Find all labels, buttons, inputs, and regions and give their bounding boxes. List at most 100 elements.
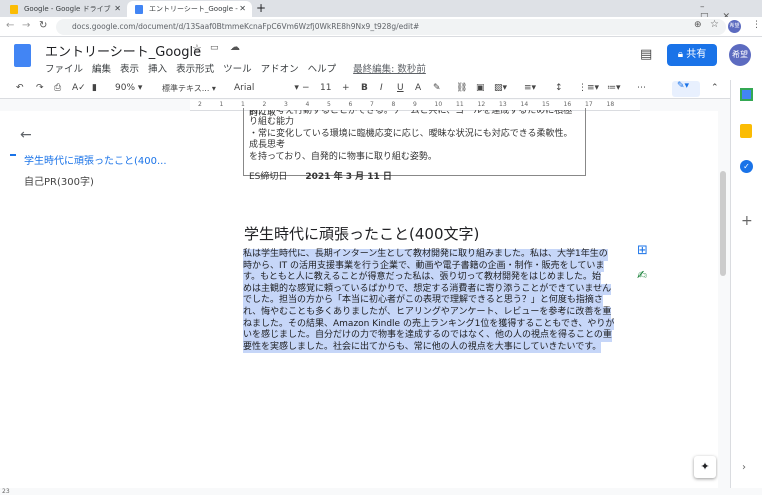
calendar-icon[interactable] (740, 88, 753, 101)
editing-mode-icon[interactable]: ✎▾ (672, 81, 700, 97)
menu-addons[interactable]: アドオン (261, 64, 299, 75)
star-icon[interactable]: ☆ (192, 42, 202, 55)
paragraph-line: 時から、IT の活用支援事業を行う企業で、動画や電子書籍の企画・制作・販売をして… (243, 260, 605, 273)
share-button[interactable]: 🔒︎ 共有 (667, 44, 717, 66)
back-arrow-icon[interactable]: ← (20, 127, 32, 143)
add-comment-icon[interactable]: ⊞ (637, 243, 648, 258)
comments-icon[interactable]: ▤ (640, 47, 652, 62)
toolbar: ↶ ↷ ⎙ A✓ ▮ 90% ▾ 標準テキス... ▾ Arial ▾ − 11 … (0, 80, 730, 99)
paragraph-line: 要性を実感しました。社会に出てからも、常に他の人の視点を大事にしていきたいです。 (243, 341, 602, 354)
add-comment-icon[interactable]: ▣ (476, 83, 485, 93)
new-tab-button[interactable]: + (256, 1, 266, 15)
insert-image-icon[interactable]: ▨▾ (494, 83, 507, 93)
increase-size-button[interactable]: + (342, 83, 350, 93)
menu-bar: ファイル 編集 表示 挿入 表示形式 ツール アドオン ヘルプ 最終編集: 数秒前 (45, 61, 435, 75)
url-input[interactable]: docs.google.com/document/d/13Saaf0BtmmeK… (56, 19, 726, 35)
paragraph-line: す。もともと人に教えることが得意だった私は、張り切って教材開発をはじめました。始 (243, 272, 602, 284)
menu-insert[interactable]: 挿入 (148, 64, 167, 75)
outline-item[interactable]: 学生時代に頑張ったこと(400... (24, 152, 167, 167)
tab-title: Google - Google ドライブ (24, 5, 111, 13)
menu-file[interactable]: ファイル (45, 64, 83, 75)
document-title[interactable]: エントリーシート_Google (45, 41, 201, 60)
highlight-icon[interactable]: ✎ (433, 83, 441, 93)
align-icon[interactable]: ≡▾ (524, 83, 536, 93)
print-icon[interactable]: ⎙ (54, 83, 61, 93)
close-icon[interactable]: ✕ (239, 1, 246, 17)
selected-paragraph[interactable]: 私は学生時代に、長期インターン生として教材開発に取り組みました。私は、大学1年生… (243, 249, 615, 354)
menu-format[interactable]: 表示形式 (176, 64, 214, 75)
tab-drive[interactable]: Google - Google ドライブ ✕ (2, 1, 127, 17)
ruler-tick: 18 (606, 101, 615, 108)
document-page[interactable]: 自分で考え行動することができる。チームと共に、ゴールを達成するために積極的に取 … (190, 108, 718, 488)
style-select[interactable]: 標準テキス... ▾ (162, 83, 216, 94)
menu-view[interactable]: 表示 (120, 64, 139, 75)
link-icon[interactable]: ⛓ (456, 83, 467, 93)
expand-panel-icon[interactable]: › (742, 462, 746, 473)
close-icon[interactable]: ✕ (114, 1, 121, 17)
scrollbar[interactable] (718, 111, 730, 488)
ruler-tick: 6 (348, 101, 353, 108)
outline-panel: ← 学生時代に頑張ったこと(400... 自己PR(300字) (0, 111, 190, 488)
ruler-tick: 23 (2, 487, 10, 495)
deadline-value: 2021 年 3 月 11 日 (305, 172, 392, 183)
italic-icon[interactable]: I (380, 83, 383, 93)
paragraph-line: 私は学生時代に、長期インターン生として教材開発に取り組みました。私は、大学1年生… (243, 249, 608, 261)
line-spacing-icon[interactable]: ↕ (555, 83, 563, 93)
bold-icon[interactable]: B (361, 83, 368, 93)
forward-icon[interactable]: → (22, 20, 30, 31)
ruler-tick: 11 (456, 101, 464, 108)
info-table: 自分で考え行動することができる。チームと共に、ゴールを達成するために積極的に取 … (243, 108, 586, 182)
font-size-input[interactable]: 11 (320, 83, 331, 93)
cloud-status-icon: ☁ (230, 42, 240, 53)
tasks-icon[interactable]: ✓ (740, 160, 753, 173)
text-color-icon[interactable]: A (415, 83, 421, 93)
undo-icon[interactable]: ↶ (16, 83, 24, 93)
back-icon[interactable]: ← (6, 20, 14, 31)
ruler-tick: 1 (241, 101, 245, 108)
profile-avatar[interactable]: 希望 (728, 20, 741, 33)
paint-format-icon[interactable]: ▮ (92, 83, 97, 93)
keep-icon[interactable] (740, 124, 752, 138)
ruler-tick: 9 (413, 101, 417, 108)
explore-icon[interactable]: ✦ (694, 456, 716, 478)
menu-edit[interactable]: 編集 (92, 64, 111, 75)
more-icon[interactable]: ⋯ (637, 83, 646, 93)
table-text: り組む能力 (249, 117, 295, 127)
collapse-icon[interactable]: ⌃ (711, 83, 719, 93)
zoom-icon[interactable]: ⊕ (694, 20, 702, 30)
add-addon-icon[interactable]: + (741, 213, 753, 229)
url-text: docs.google.com/document/d/13Saaf0BtmmeK… (72, 22, 420, 31)
menu-help[interactable]: ヘルプ (308, 64, 337, 75)
outline-item[interactable]: 自己PR(300字) (24, 173, 94, 188)
numbered-list-icon[interactable]: ⋮≡▾ (578, 83, 599, 93)
ruler-tick: 5 (327, 101, 331, 108)
redo-icon[interactable]: ↷ (36, 83, 44, 93)
ruler-tick: 8 (391, 101, 396, 108)
zoom-select[interactable]: 90% ▾ (115, 83, 142, 93)
underline-icon[interactable]: U (397, 83, 404, 93)
more-icon[interactable]: ⋮ (752, 20, 761, 30)
share-label: 共有 (686, 49, 707, 60)
ruler-tick: 13 (499, 101, 507, 108)
drive-icon (10, 5, 18, 14)
menu-tools[interactable]: ツール (223, 64, 252, 75)
tab-docs[interactable]: エントリーシート_Google - Google ド✕ (127, 1, 252, 29)
move-folder-icon[interactable]: ▭ (210, 43, 219, 53)
font-select[interactable]: Arial ▾ (234, 83, 299, 93)
reload-icon[interactable]: ↻ (39, 20, 47, 31)
side-panel: ✓ + › (730, 80, 762, 488)
scrollbar-thumb[interactable] (720, 171, 726, 276)
decrease-size-button[interactable]: − (302, 83, 310, 93)
bulleted-list-icon[interactable]: ≔▾ (607, 83, 621, 93)
docs-logo-icon[interactable] (14, 44, 31, 67)
paragraph-line: めは主観的な感覚に頼っているばかりで、想定する消費者に寄り添うことができていませ… (243, 283, 612, 296)
paragraph-line: ねました。その結果、Amazon Kindle の売上ランキング1位を獲得するこ… (243, 318, 615, 331)
ruler-tick: 14 (520, 101, 529, 108)
spellcheck-icon[interactable]: A✓ (72, 83, 86, 93)
account-avatar[interactable]: 希望 (729, 44, 751, 66)
ruler-tick: 15 (542, 101, 550, 108)
table-text: 自分で考え行動することができる。チームと共に、ゴールを達成するために積極的に取 (249, 110, 573, 117)
suggest-edit-icon[interactable]: ✍ (637, 268, 647, 282)
star-icon[interactable]: ☆ (710, 19, 719, 30)
last-edit-link[interactable]: 最終編集: 数秒前 (353, 64, 426, 75)
